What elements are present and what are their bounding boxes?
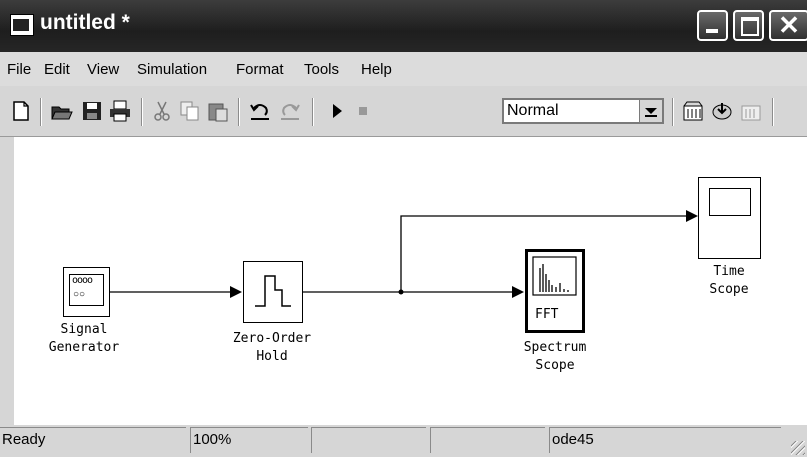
spectrum-scope-label-line2: Scope [535,358,575,373]
toolbar-separator [141,98,143,126]
zero-order-hold-block[interactable] [243,261,303,323]
zero-order-hold-label: Zero-Order Hold [222,330,322,366]
signal-generator-icon: oooo ○○ [69,274,104,306]
toolbar-separator [772,98,774,126]
signal-generator-label: Signal Generator [44,321,124,357]
minimize-button[interactable] [697,10,728,41]
save-icon[interactable] [81,100,103,122]
window-title: untitled * [40,11,130,34]
simulation-mode-select[interactable]: Normal [502,98,664,124]
model-canvas[interactable]: oooo ○○ Signal Generator Zero-Order Hold… [14,137,807,425]
menu-tools[interactable]: Tools [304,61,339,78]
build-icon[interactable] [711,100,733,122]
status-blank-2 [430,427,545,453]
new-icon[interactable] [10,100,32,122]
zero-order-hold-label-line2: Hold [256,349,288,364]
debug-icon[interactable] [740,100,762,122]
paste-icon[interactable] [207,100,229,122]
time-scope-label-line1: Time [713,264,745,279]
cut-icon[interactable] [151,100,173,122]
signal-generator-label-line2: Generator [48,340,120,355]
chevron-down-icon[interactable] [639,100,662,122]
signal-generator-dots: ○○ [73,289,86,300]
open-icon[interactable] [51,100,73,122]
zero-order-hold-icon [255,275,291,307]
toolbar-separator [672,98,674,126]
signal-generator-label-line1: Signal [60,322,108,337]
signal-generator-icon-text: oooo [72,275,93,286]
model-window-icon[interactable] [10,14,34,36]
copy-icon[interactable] [179,100,201,122]
simulation-mode-value: Normal [507,102,559,119]
scope-screen-icon [709,188,751,216]
zero-order-hold-label-line1: Zero-Order [232,331,312,346]
time-scope-block[interactable] [698,177,761,259]
spectrum-icon: FFT [532,256,577,322]
resize-grip[interactable] [791,441,805,455]
menu-view[interactable]: View [87,61,119,78]
menu-edit[interactable]: Edit [44,61,70,78]
window-frame-left [0,137,14,425]
spectrum-scope-block[interactable]: FFT [525,249,585,333]
time-scope-label: Time Scope [684,263,774,299]
status-state: Ready [0,427,186,453]
time-scope-label-line2: Scope [709,282,749,297]
toolbar-separator [312,98,314,126]
signal-generator-block[interactable]: oooo ○○ [63,267,110,317]
simulink-window: untitled * ✕ File Edit View Simulation F… [0,0,807,457]
stop-icon[interactable] [352,100,374,122]
status-blank-1 [311,427,426,453]
maximize-button[interactable] [733,10,764,41]
status-solver: ode45 [549,427,781,453]
redo-icon[interactable] [279,100,301,122]
toolbar-separator [40,98,42,126]
spectrum-scope-fft-text: FFT [535,307,559,322]
menu-simulation[interactable]: Simulation [137,61,207,78]
close-button[interactable]: ✕ [769,10,807,41]
spectrum-scope-label-line1: Spectrum [523,340,587,355]
status-bar: Ready 100% ode45 [0,425,807,457]
menu-bar: File Edit View Simulation Format Tools H… [0,52,807,86]
start-icon[interactable] [326,100,348,122]
menu-help[interactable]: Help [361,61,392,78]
title-bar[interactable]: untitled * ✕ [0,0,807,52]
print-icon[interactable] [109,100,131,122]
close-icon: ✕ [778,10,800,40]
menu-format[interactable]: Format [236,61,284,78]
toolbar-separator [238,98,240,126]
toolbar: Normal [0,86,807,137]
undo-icon[interactable] [249,100,271,122]
library-icon[interactable] [682,100,704,122]
status-zoom: 100% [190,427,308,453]
spectrum-scope-label: Spectrum Scope [505,339,605,375]
menu-file[interactable]: File [7,61,31,78]
